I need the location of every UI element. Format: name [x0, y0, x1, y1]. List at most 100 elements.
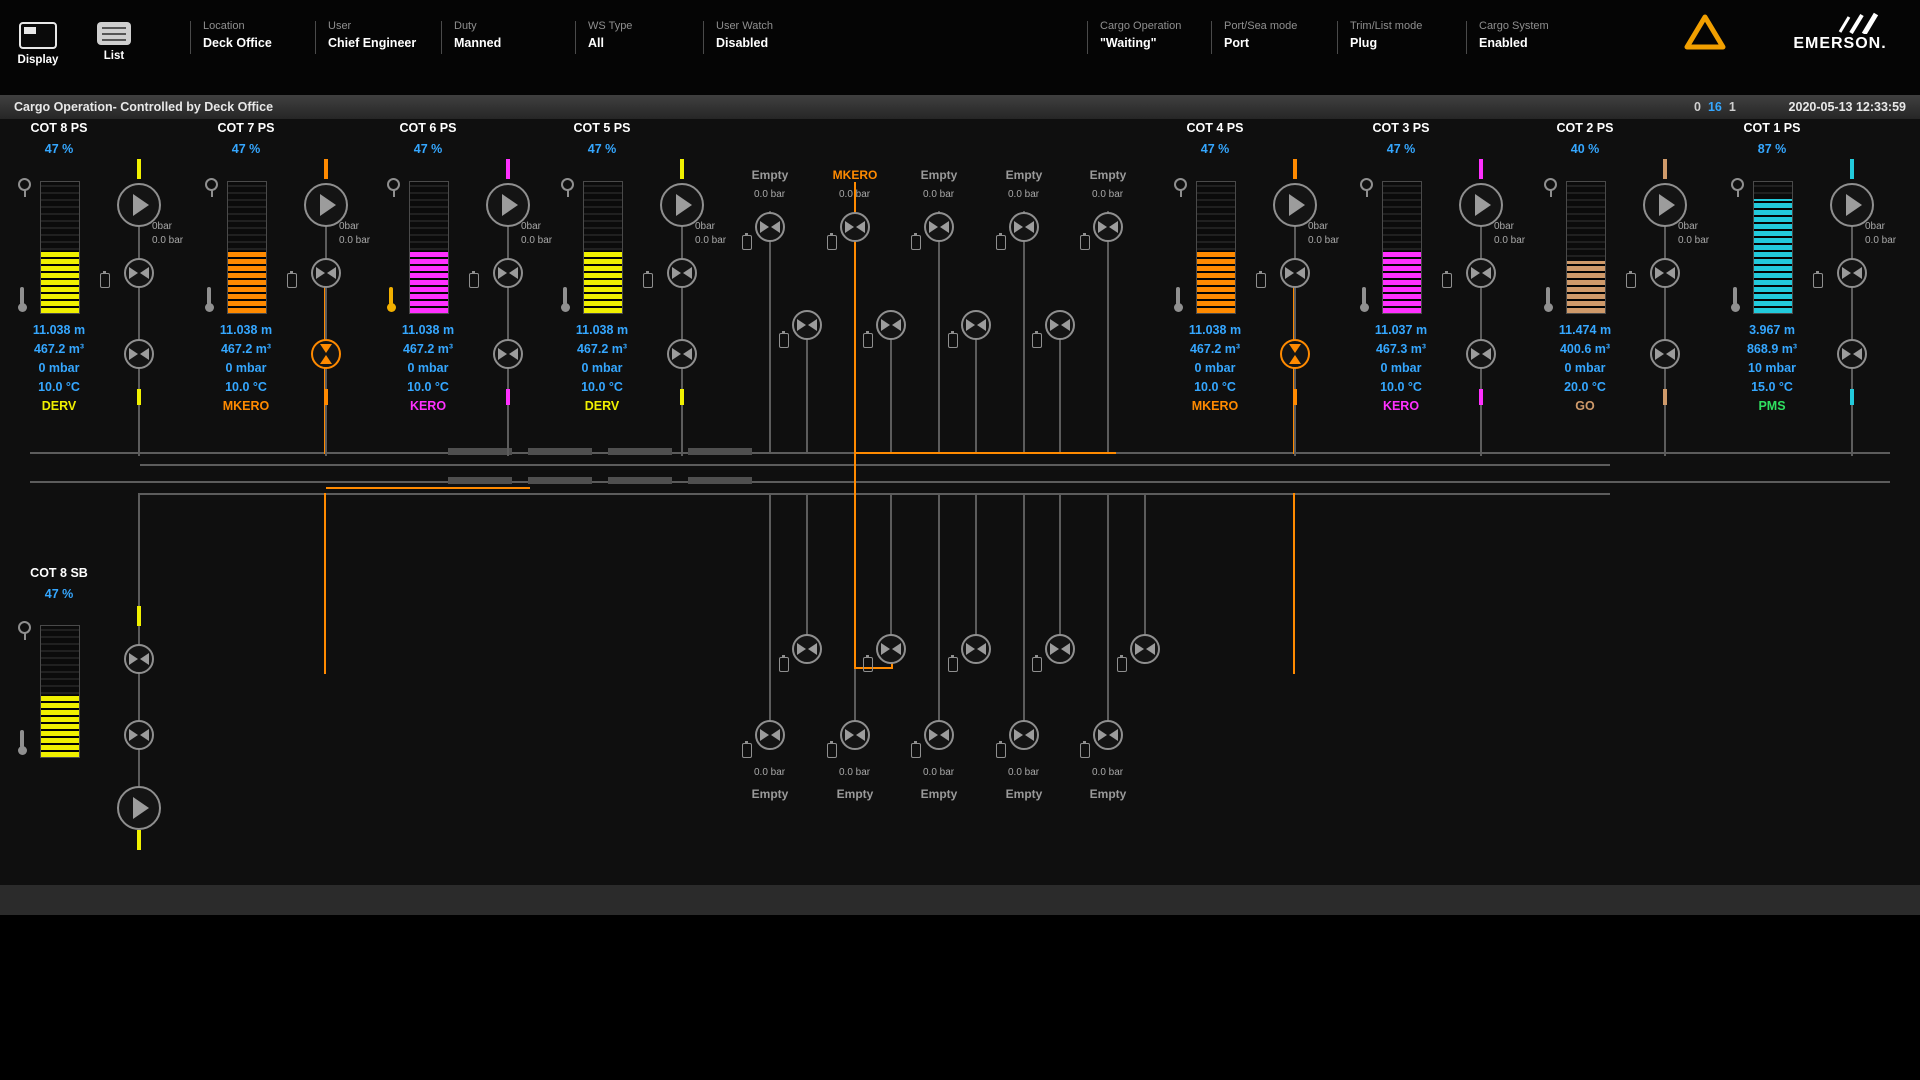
alarm-count: 1: [1729, 100, 1736, 114]
tank-readings: 11.474 m400.6 m³0 mbar20.0 °CGO: [1525, 321, 1645, 416]
tank-name: COT 7 PS: [186, 121, 306, 135]
valve-icon[interactable]: [124, 339, 154, 369]
valve-icon[interactable]: [792, 634, 822, 664]
header-field-label: Trim/List mode: [1350, 20, 1422, 32]
tank-level-bar[interactable]: [1566, 181, 1606, 314]
tank-temperature: 10.0 °C: [186, 378, 306, 397]
manifold-label: Empty: [903, 168, 975, 182]
throttle-valve-icon[interactable]: [311, 339, 341, 369]
level-sensor-icon: [18, 621, 31, 634]
alarm-triangle-icon[interactable]: [1682, 12, 1728, 52]
tank-level-bar[interactable]: [40, 181, 80, 314]
valve-icon[interactable]: [1466, 258, 1496, 288]
valve-icon[interactable]: [667, 258, 697, 288]
tank-level-bar[interactable]: [409, 181, 449, 314]
valve-icon[interactable]: [924, 212, 954, 242]
tank-level-fill: [410, 251, 448, 313]
tank-name: COT 1 PS: [1712, 121, 1832, 135]
valve-icon[interactable]: [124, 720, 154, 750]
valve-icon[interactable]: [1650, 258, 1680, 288]
valve-icon[interactable]: [876, 634, 906, 664]
pump-pressure-label: 0.0 bar: [1494, 235, 1525, 246]
battery-icon: [863, 333, 873, 348]
pump-icon[interactable]: [117, 786, 161, 830]
battery-icon: [911, 743, 921, 758]
valve-icon[interactable]: [1009, 212, 1039, 242]
cargo-color-tick: [680, 159, 684, 179]
tank-level-bar[interactable]: [1382, 181, 1422, 314]
valve-icon[interactable]: [1009, 720, 1039, 750]
pipe: [1144, 493, 1146, 649]
temperature-sensor-icon: [1546, 287, 1550, 305]
valve-icon[interactable]: [1093, 212, 1123, 242]
valve-icon[interactable]: [493, 339, 523, 369]
manifold-label: MKERO: [819, 168, 891, 182]
manifold-pressure: 0.0 bar: [923, 767, 954, 778]
tank-volume: 400.6 m³: [1525, 340, 1645, 359]
valve-icon[interactable]: [961, 310, 991, 340]
valve-icon[interactable]: [1045, 634, 1075, 664]
pipe: [938, 493, 940, 735]
valve-icon[interactable]: [1650, 339, 1680, 369]
tank-level-bar[interactable]: [1196, 181, 1236, 314]
manifold-pressure: 0.0 bar: [1092, 189, 1123, 200]
pipe: [975, 493, 977, 649]
valve-icon[interactable]: [792, 310, 822, 340]
cargo-color-tick: [506, 389, 510, 405]
temperature-sensor-icon: [1362, 287, 1366, 305]
tank-temperature: 10.0 °C: [1341, 378, 1461, 397]
battery-icon: [827, 743, 837, 758]
tank-level-bar[interactable]: [583, 181, 623, 314]
display-button[interactable]: Display: [12, 22, 64, 66]
tank-level-bar[interactable]: [1753, 181, 1793, 314]
valve-icon[interactable]: [124, 644, 154, 674]
pipe: [1480, 204, 1482, 456]
valve-icon[interactable]: [493, 258, 523, 288]
manifold-label: Empty: [734, 787, 806, 801]
valve-icon[interactable]: [840, 720, 870, 750]
level-sensor-icon: [18, 178, 31, 191]
battery-icon: [287, 273, 297, 288]
valve-icon[interactable]: [1045, 310, 1075, 340]
tank-temperature: 10.0 °C: [1155, 378, 1275, 397]
pump-pressure-label: 0bar: [1678, 221, 1698, 232]
throttle-valve-icon[interactable]: [1280, 339, 1310, 369]
pump-pressure-label: 0.0 bar: [152, 235, 183, 246]
tank-readings: 11.038 m467.2 m³0 mbar10.0 °CMKERO: [1155, 321, 1275, 416]
header-field-port-sea-mode: Port/Sea modePort: [1224, 20, 1297, 50]
valve-icon[interactable]: [1837, 339, 1867, 369]
valve-icon[interactable]: [1093, 720, 1123, 750]
valve-icon[interactable]: [1130, 634, 1160, 664]
tank-level-bar[interactable]: [40, 625, 80, 758]
tank-name: COT 8 SB: [0, 566, 119, 580]
battery-icon: [948, 657, 958, 672]
pipe-active: [854, 452, 1116, 454]
valve-icon[interactable]: [667, 339, 697, 369]
tank-name: COT 4 PS: [1155, 121, 1275, 135]
valve-icon[interactable]: [1466, 339, 1496, 369]
valve-icon[interactable]: [1280, 258, 1310, 288]
tank-level-percent: 47 %: [1155, 142, 1275, 156]
valve-icon[interactable]: [1837, 258, 1867, 288]
valve-icon[interactable]: [840, 212, 870, 242]
header-field-value: Manned: [454, 36, 501, 50]
tank-name: COT 3 PS: [1341, 121, 1461, 135]
valve-icon[interactable]: [961, 634, 991, 664]
valve-icon[interactable]: [755, 212, 785, 242]
valve-icon[interactable]: [876, 310, 906, 340]
valve-icon[interactable]: [311, 258, 341, 288]
list-button[interactable]: List: [88, 22, 140, 62]
tank-temperature: 10.0 °C: [542, 378, 662, 397]
cargo-color-tick: [137, 830, 141, 850]
level-sensor-icon: [387, 178, 400, 191]
cargo-color-tick: [324, 389, 328, 405]
manifold-pressure: 0.0 bar: [839, 767, 870, 778]
pipe: [1107, 211, 1109, 452]
valve-icon[interactable]: [924, 720, 954, 750]
valve-icon[interactable]: [124, 258, 154, 288]
tank-pressure: 0 mbar: [1341, 359, 1461, 378]
pipe: [938, 211, 940, 452]
valve-icon[interactable]: [755, 720, 785, 750]
tank-level-bar[interactable]: [227, 181, 267, 314]
pipe-active: [1293, 493, 1295, 674]
